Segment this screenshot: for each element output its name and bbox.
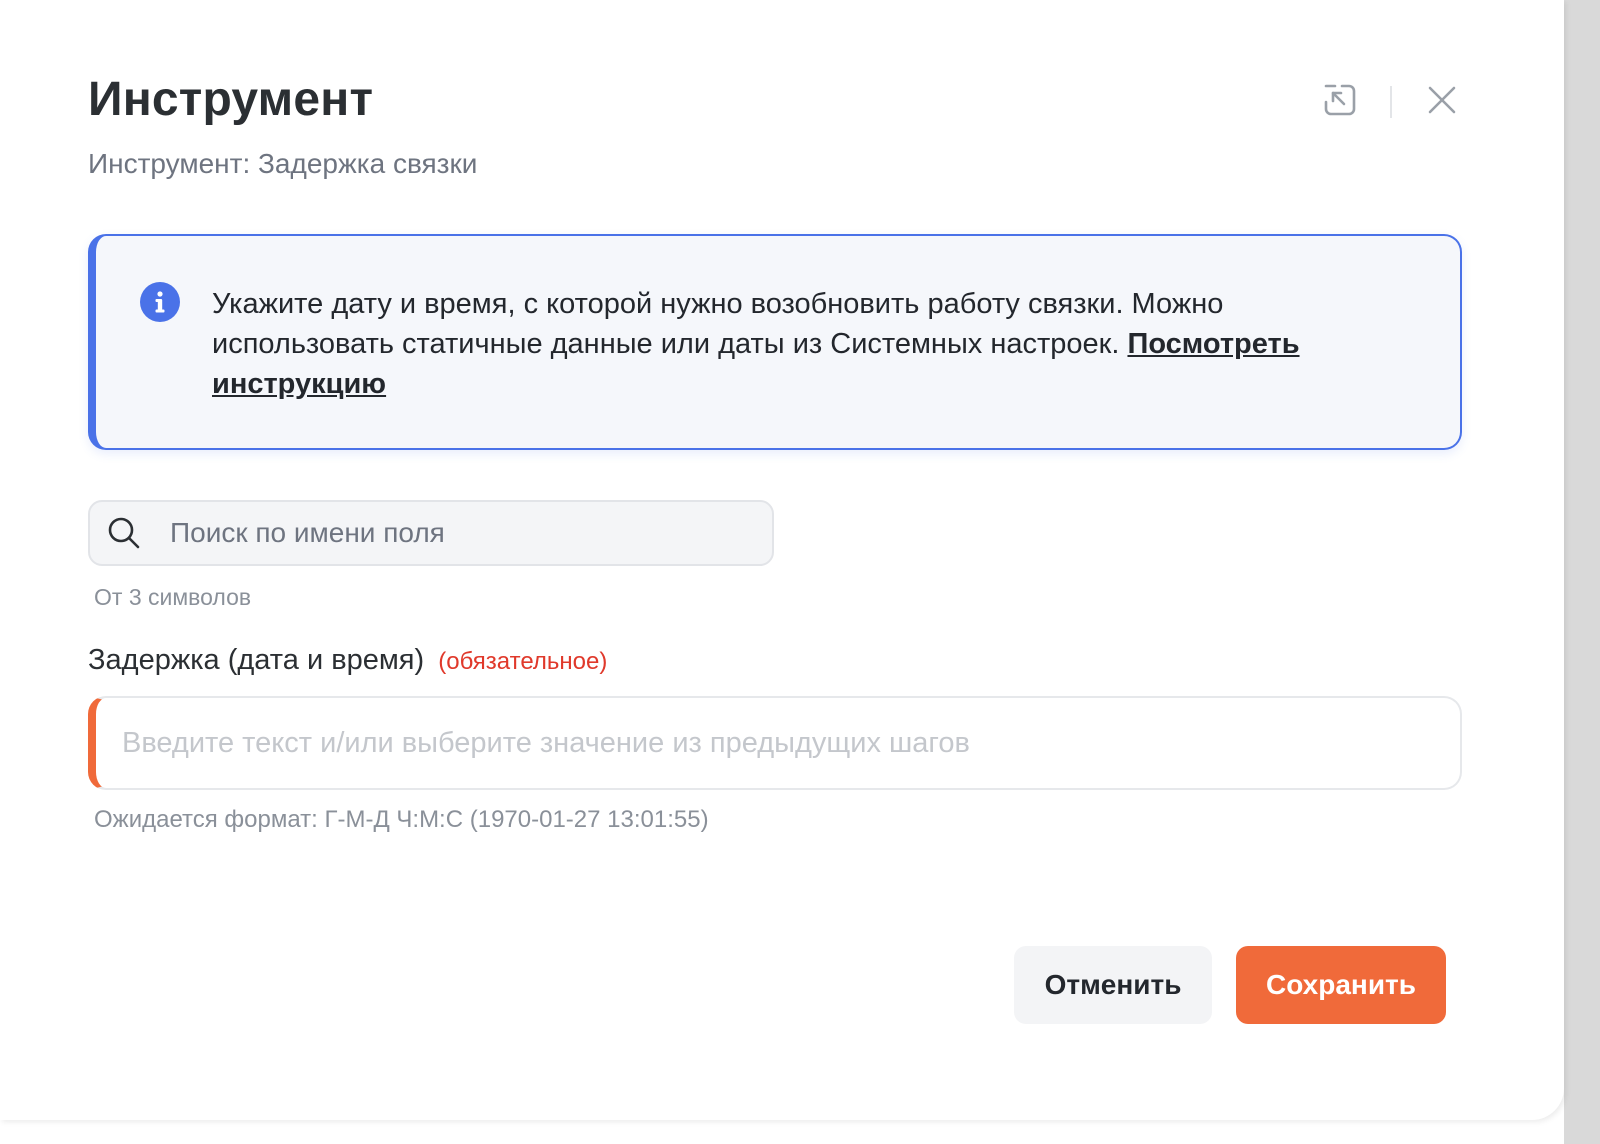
collapse-button[interactable] <box>1318 80 1362 124</box>
delay-datetime-input[interactable] <box>120 725 1424 761</box>
header-actions <box>1318 80 1464 124</box>
required-marker: (обязательное) <box>438 648 608 675</box>
info-message: Укажите дату и время, с которой нужно во… <box>212 288 1224 360</box>
info-text: Укажите дату и время, с которой нужно во… <box>212 284 1412 404</box>
search-field[interactable] <box>88 500 774 566</box>
search-icon <box>106 515 142 551</box>
header-divider <box>1390 86 1392 118</box>
delay-field-label: Задержка (дата и время) (обязательное) <box>88 644 607 677</box>
arrow-into-box-icon <box>1322 82 1358 123</box>
close-icon <box>1425 83 1459 122</box>
tool-dialog: Инструмент Инструмент: Задержка связки У… <box>0 0 1564 1120</box>
save-button[interactable]: Сохранить <box>1236 946 1446 1024</box>
background-scroll-strip <box>1564 0 1600 1144</box>
dialog-subtitle: Инструмент: Задержка связки <box>88 148 478 179</box>
info-icon <box>140 282 180 322</box>
delay-label-text: Задержка (дата и время) <box>88 644 425 676</box>
close-button[interactable] <box>1420 80 1464 124</box>
search-hint: От 3 символов <box>94 584 252 610</box>
dialog-title: Инструмент <box>88 73 374 126</box>
info-banner: Укажите дату и время, с которой нужно во… <box>88 234 1462 450</box>
cancel-button[interactable]: Отменить <box>1014 946 1212 1024</box>
delay-datetime-field[interactable] <box>88 696 1462 790</box>
search-input[interactable] <box>168 516 732 550</box>
format-hint: Ожидается формат: Г-М-Д Ч:М:С (1970-01-2… <box>94 806 709 833</box>
